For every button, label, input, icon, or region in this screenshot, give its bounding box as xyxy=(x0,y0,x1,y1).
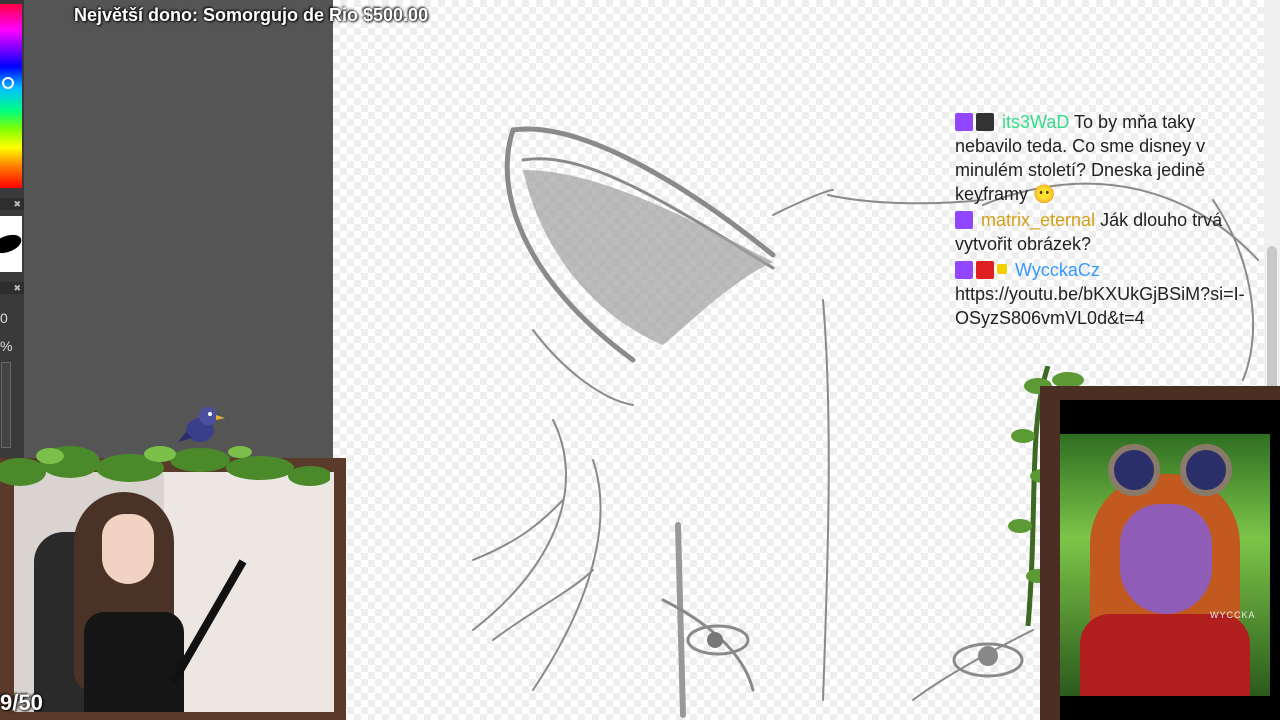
panel-header-2: ✖ xyxy=(0,282,24,294)
emoji-icon: 😶 xyxy=(1033,184,1056,204)
character-artwork: WYCCKA xyxy=(1060,434,1270,696)
chat-username: matrix_eternal xyxy=(981,210,1096,230)
twitch-badge-icon xyxy=(955,261,973,279)
subscriber-badge-icon xyxy=(976,113,994,131)
webcam-feed xyxy=(14,472,334,712)
goggle-icon xyxy=(1180,444,1232,496)
close-icon[interactable]: ✖ xyxy=(13,198,21,210)
chat-message: its3WaD To by mňa taky nebavilo teda. Co… xyxy=(955,110,1255,206)
chat-username: WycckaCz xyxy=(1015,260,1100,280)
spark-badge-icon xyxy=(997,264,1007,274)
brush-preview xyxy=(0,216,22,272)
goggle-icon xyxy=(1108,444,1160,496)
leaves-decoration-icon xyxy=(0,446,330,486)
webcam-frame xyxy=(0,458,346,720)
top-donation-banner: Největší dono: Somorgujo de Rio $500.00 xyxy=(74,5,429,25)
hue-handle[interactable] xyxy=(2,77,14,89)
chat-overlay: its3WaD To by mňa taky nebavilo teda. Co… xyxy=(955,110,1255,332)
artist-watermark: WYCCKA xyxy=(1210,610,1256,620)
hue-slider[interactable] xyxy=(0,4,22,188)
chat-message: matrix_eternal Ják dlouho trvá vytvořit … xyxy=(955,208,1255,256)
panel-header: ✖ xyxy=(0,198,24,210)
close-icon-2[interactable]: ✖ xyxy=(13,282,21,294)
video-badge-icon xyxy=(976,261,994,279)
twitch-badge-icon xyxy=(955,113,973,131)
streamer xyxy=(74,492,184,712)
chat-message: WycckaCz https://youtu.be/bKXUkGjBSiM?si… xyxy=(955,258,1255,330)
twitch-badge-icon xyxy=(955,211,973,229)
crow-icon xyxy=(178,407,225,442)
brush-stroke-icon xyxy=(0,231,22,257)
chat-link[interactable]: https://youtu.be/bKXUkGjBSiM?si=I-OSyzS8… xyxy=(955,284,1245,328)
goal-counter: 9/50 xyxy=(0,690,43,715)
brush-size-value: 0 xyxy=(0,310,8,326)
canvas-scroll-thumb[interactable] xyxy=(1267,246,1277,406)
opacity-unit: % xyxy=(0,338,13,354)
avatar-frame: WYCCKA xyxy=(1040,386,1280,720)
chat-username: its3WaD xyxy=(1002,112,1070,132)
